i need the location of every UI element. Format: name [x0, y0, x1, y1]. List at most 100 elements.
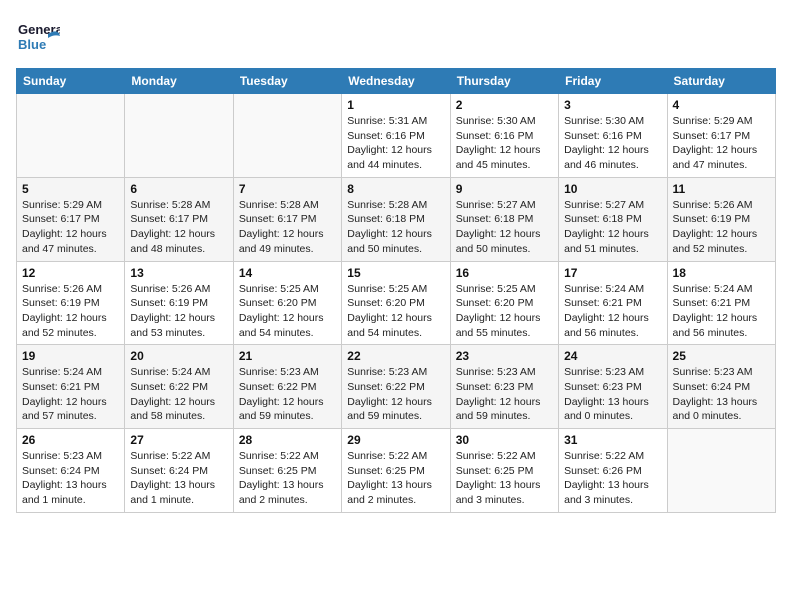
- day-number: 11: [673, 182, 770, 196]
- day-number: 21: [239, 349, 336, 363]
- day-info: Sunrise: 5:25 AM Sunset: 6:20 PM Dayligh…: [239, 282, 336, 341]
- day-info: Sunrise: 5:24 AM Sunset: 6:21 PM Dayligh…: [564, 282, 661, 341]
- day-number: 31: [564, 433, 661, 447]
- day-info: Sunrise: 5:24 AM Sunset: 6:22 PM Dayligh…: [130, 365, 227, 424]
- day-number: 7: [239, 182, 336, 196]
- day-info: Sunrise: 5:26 AM Sunset: 6:19 PM Dayligh…: [130, 282, 227, 341]
- day-number: 25: [673, 349, 770, 363]
- day-number: 19: [22, 349, 119, 363]
- day-info: Sunrise: 5:25 AM Sunset: 6:20 PM Dayligh…: [456, 282, 553, 341]
- day-number: 24: [564, 349, 661, 363]
- day-info: Sunrise: 5:28 AM Sunset: 6:17 PM Dayligh…: [239, 198, 336, 257]
- day-info: Sunrise: 5:26 AM Sunset: 6:19 PM Dayligh…: [673, 198, 770, 257]
- day-number: 26: [22, 433, 119, 447]
- calendar-week-row: 1 Sunrise: 5:31 AM Sunset: 6:16 PM Daylig…: [17, 94, 776, 178]
- day-number: 1: [347, 98, 444, 112]
- day-number: 18: [673, 266, 770, 280]
- day-number: 29: [347, 433, 444, 447]
- day-info: Sunrise: 5:23 AM Sunset: 6:23 PM Dayligh…: [564, 365, 661, 424]
- day-info: Sunrise: 5:22 AM Sunset: 6:25 PM Dayligh…: [239, 449, 336, 508]
- calendar-cell: 13 Sunrise: 5:26 AM Sunset: 6:19 PM Dayli…: [125, 261, 233, 345]
- calendar-week-row: 12Sunrise: 5:26 AM Sunset: 6:19 PM Dayli…: [17, 261, 776, 345]
- day-info: Sunrise: 5:22 AM Sunset: 6:26 PM Dayligh…: [564, 449, 661, 508]
- day-info: Sunrise: 5:23 AM Sunset: 6:22 PM Dayligh…: [347, 365, 444, 424]
- day-info: Sunrise: 5:22 AM Sunset: 6:25 PM Dayligh…: [347, 449, 444, 508]
- calendar-cell: 1 Sunrise: 5:31 AM Sunset: 6:16 PM Daylig…: [342, 94, 450, 178]
- calendar-cell: 11 Sunrise: 5:26 AM Sunset: 6:19 PM Dayli…: [667, 177, 775, 261]
- day-number: 16: [456, 266, 553, 280]
- calendar-cell: 19Sunrise: 5:24 AM Sunset: 6:21 PM Dayli…: [17, 345, 125, 429]
- day-number: 28: [239, 433, 336, 447]
- day-number: 8: [347, 182, 444, 196]
- calendar-cell: 17 Sunrise: 5:24 AM Sunset: 6:21 PM Dayli…: [559, 261, 667, 345]
- calendar-week-row: 19Sunrise: 5:24 AM Sunset: 6:21 PM Dayli…: [17, 345, 776, 429]
- day-info: Sunrise: 5:22 AM Sunset: 6:24 PM Dayligh…: [130, 449, 227, 508]
- day-info: Sunrise: 5:30 AM Sunset: 6:16 PM Dayligh…: [564, 114, 661, 173]
- weekday-header-wednesday: Wednesday: [342, 69, 450, 94]
- day-info: Sunrise: 5:27 AM Sunset: 6:18 PM Dayligh…: [564, 198, 661, 257]
- weekday-header-sunday: Sunday: [17, 69, 125, 94]
- day-info: Sunrise: 5:23 AM Sunset: 6:24 PM Dayligh…: [673, 365, 770, 424]
- weekday-header-monday: Monday: [125, 69, 233, 94]
- day-number: 6: [130, 182, 227, 196]
- calendar-cell: 31 Sunrise: 5:22 AM Sunset: 6:26 PM Dayli…: [559, 429, 667, 513]
- weekday-header-tuesday: Tuesday: [233, 69, 341, 94]
- day-info: Sunrise: 5:25 AM Sunset: 6:20 PM Dayligh…: [347, 282, 444, 341]
- weekday-header-thursday: Thursday: [450, 69, 558, 94]
- day-number: 17: [564, 266, 661, 280]
- calendar-cell: 12Sunrise: 5:26 AM Sunset: 6:19 PM Dayli…: [17, 261, 125, 345]
- calendar-week-row: 26 Sunrise: 5:23 AM Sunset: 6:24 PM Dayli…: [17, 429, 776, 513]
- day-number: 15: [347, 266, 444, 280]
- calendar-cell: 21 Sunrise: 5:23 AM Sunset: 6:22 PM Dayli…: [233, 345, 341, 429]
- day-info: Sunrise: 5:23 AM Sunset: 6:22 PM Dayligh…: [239, 365, 336, 424]
- logo-icon: General Blue: [16, 16, 60, 60]
- logo: General Blue: [16, 16, 60, 60]
- day-number: 27: [130, 433, 227, 447]
- day-info: Sunrise: 5:29 AM Sunset: 6:17 PM Dayligh…: [673, 114, 770, 173]
- calendar-cell: 3 Sunrise: 5:30 AM Sunset: 6:16 PM Daylig…: [559, 94, 667, 178]
- calendar-cell: 18 Sunrise: 5:24 AM Sunset: 6:21 PM Dayli…: [667, 261, 775, 345]
- day-number: 14: [239, 266, 336, 280]
- calendar-cell: 16 Sunrise: 5:25 AM Sunset: 6:20 PM Dayli…: [450, 261, 558, 345]
- day-number: 30: [456, 433, 553, 447]
- calendar-week-row: 5 Sunrise: 5:29 AM Sunset: 6:17 PM Daylig…: [17, 177, 776, 261]
- calendar-cell: 30 Sunrise: 5:22 AM Sunset: 6:25 PM Dayli…: [450, 429, 558, 513]
- calendar-cell: 8 Sunrise: 5:28 AM Sunset: 6:18 PM Daylig…: [342, 177, 450, 261]
- day-number: 2: [456, 98, 553, 112]
- day-info: Sunrise: 5:26 AM Sunset: 6:19 PM Dayligh…: [22, 282, 119, 341]
- day-number: 10: [564, 182, 661, 196]
- svg-text:Blue: Blue: [18, 37, 46, 52]
- calendar-cell: 23 Sunrise: 5:23 AM Sunset: 6:23 PM Dayli…: [450, 345, 558, 429]
- calendar-cell: 20 Sunrise: 5:24 AM Sunset: 6:22 PM Dayli…: [125, 345, 233, 429]
- day-info: Sunrise: 5:29 AM Sunset: 6:17 PM Dayligh…: [22, 198, 119, 257]
- day-number: 3: [564, 98, 661, 112]
- day-number: 13: [130, 266, 227, 280]
- calendar-cell: 2Sunrise: 5:30 AM Sunset: 6:16 PM Daylig…: [450, 94, 558, 178]
- calendar-cell: 5 Sunrise: 5:29 AM Sunset: 6:17 PM Daylig…: [17, 177, 125, 261]
- weekday-header-row: SundayMondayTuesdayWednesdayThursdayFrid…: [17, 69, 776, 94]
- day-number: 5: [22, 182, 119, 196]
- day-info: Sunrise: 5:28 AM Sunset: 6:18 PM Dayligh…: [347, 198, 444, 257]
- page-header: General Blue: [16, 16, 776, 60]
- calendar-cell: 7 Sunrise: 5:28 AM Sunset: 6:17 PM Daylig…: [233, 177, 341, 261]
- day-number: 22: [347, 349, 444, 363]
- calendar-cell: 28 Sunrise: 5:22 AM Sunset: 6:25 PM Dayli…: [233, 429, 341, 513]
- day-info: Sunrise: 5:27 AM Sunset: 6:18 PM Dayligh…: [456, 198, 553, 257]
- calendar-cell: [233, 94, 341, 178]
- day-number: 20: [130, 349, 227, 363]
- calendar-cell: 29 Sunrise: 5:22 AM Sunset: 6:25 PM Dayli…: [342, 429, 450, 513]
- day-number: 9: [456, 182, 553, 196]
- day-info: Sunrise: 5:23 AM Sunset: 6:24 PM Dayligh…: [22, 449, 119, 508]
- calendar-cell: 27 Sunrise: 5:22 AM Sunset: 6:24 PM Dayli…: [125, 429, 233, 513]
- day-info: Sunrise: 5:22 AM Sunset: 6:25 PM Dayligh…: [456, 449, 553, 508]
- calendar-cell: 10 Sunrise: 5:27 AM Sunset: 6:18 PM Dayli…: [559, 177, 667, 261]
- day-info: Sunrise: 5:23 AM Sunset: 6:23 PM Dayligh…: [456, 365, 553, 424]
- day-info: Sunrise: 5:31 AM Sunset: 6:16 PM Dayligh…: [347, 114, 444, 173]
- calendar-cell: 22 Sunrise: 5:23 AM Sunset: 6:22 PM Dayli…: [342, 345, 450, 429]
- day-number: 23: [456, 349, 553, 363]
- day-info: Sunrise: 5:24 AM Sunset: 6:21 PM Dayligh…: [673, 282, 770, 341]
- calendar-cell: 9 Sunrise: 5:27 AM Sunset: 6:18 PM Daylig…: [450, 177, 558, 261]
- weekday-header-friday: Friday: [559, 69, 667, 94]
- calendar-cell: 4Sunrise: 5:29 AM Sunset: 6:17 PM Daylig…: [667, 94, 775, 178]
- calendar-cell: 15 Sunrise: 5:25 AM Sunset: 6:20 PM Dayli…: [342, 261, 450, 345]
